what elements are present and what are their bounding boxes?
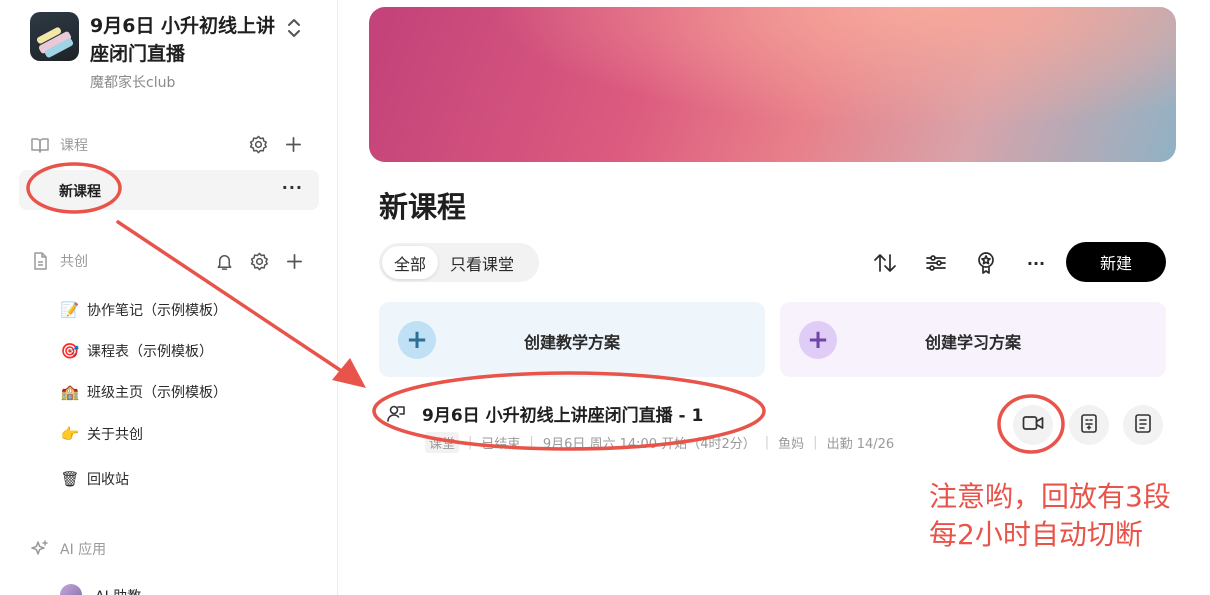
bell-icon[interactable] [215, 252, 234, 271]
filter-segmented-control: 全部 只看课堂 [379, 243, 539, 282]
lesson-status: 已结束 [481, 437, 521, 452]
annotation-note-line1: 注意哟，回放有3段 [929, 480, 1171, 513]
annotation-note: 注意哟，回放有3段 每2小时自动切断 [929, 478, 1171, 554]
sidebar-item-label: 班级主页（示例模板） [87, 385, 227, 401]
video-replay-button[interactable] [1013, 405, 1053, 445]
lesson-meta: 课堂 | 已结束 | 9月6日 周六 14:00 开始（4时2分） | 鱼妈 |… [425, 432, 894, 453]
sidebar-item-ai-assistant[interactable]: AI 助教 [95, 586, 141, 595]
more-options-icon[interactable]: ··· [1023, 250, 1049, 276]
annotation-note-line2: 每2小时自动切断 [929, 518, 1143, 551]
school-icon: 🏫 [60, 383, 80, 401]
cocreate-section-header: 共创 [30, 249, 88, 273]
lesson-teacher: 鱼妈 [778, 437, 805, 452]
sidebar-item-label: 协作笔记（示例模板） [87, 303, 227, 319]
add-cocreate-icon[interactable] [285, 252, 304, 271]
lesson-title[interactable]: 9月6日 小升初线上讲座闭门直播 - 1 [422, 401, 703, 426]
ai-section-header: AI 应用 [30, 537, 106, 561]
sidebar-item-about[interactable]: 👉 关于共创 [60, 422, 143, 446]
award-icon[interactable] [973, 250, 999, 276]
lecture-icon [385, 402, 407, 424]
workspace-switch-icon[interactable] [283, 16, 305, 40]
add-course-icon[interactable] [284, 135, 303, 154]
cocreate-section-label: 共创 [60, 254, 88, 270]
lesson-attendance: 出勤 14/26 [826, 437, 895, 452]
more-icon[interactable]: ··· [282, 178, 303, 197]
create-learning-plan-card[interactable]: + 创建学习方案 [780, 302, 1166, 377]
sort-icon[interactable] [872, 250, 898, 276]
sparkle-icon [30, 539, 50, 559]
book-icon [30, 135, 50, 155]
filter-all-tab[interactable]: 全部 [382, 246, 439, 279]
filter-class-only-tab[interactable]: 只看课堂 [438, 246, 526, 279]
workspace-title[interactable]: 9月6日 小升初线上讲座闭门直播 [90, 12, 280, 68]
document-icon [1134, 413, 1152, 437]
lesson-start-time: 9月6日 周六 14:00 开始（4时2分） [542, 437, 756, 452]
sidebar-item-trash[interactable]: 🗑 回收站 [60, 467, 129, 491]
cocreate-section-tools [215, 252, 304, 271]
notes-button[interactable] [1123, 405, 1163, 445]
page-title: 新课程 [379, 190, 467, 224]
sidebar-item-label: 回收站 [87, 472, 129, 488]
sidebar-item-schedule[interactable]: 🎯 课程表（示例模板） [60, 339, 213, 363]
card-label: 创建学习方案 [924, 333, 1021, 352]
sidebar-item-collab-notes[interactable]: 📝 协作笔记（示例模板） [60, 298, 227, 322]
settings-icon[interactable] [249, 135, 268, 154]
sidebar-item-label: 关于共创 [87, 427, 143, 443]
worksheet-button[interactable] [1069, 405, 1109, 445]
document-icon [30, 251, 50, 271]
pointing-hand-icon: 👉 [60, 425, 80, 443]
new-button[interactable]: 新建 [1066, 242, 1166, 282]
ai-section-label: AI 应用 [60, 542, 107, 558]
memo-icon: 📝 [60, 301, 80, 319]
ai-assistant-avatar [60, 584, 82, 595]
clipboard-icon [1080, 413, 1098, 437]
settings-icon[interactable] [250, 252, 269, 271]
sidebar-item-label: 课程表（示例模板） [87, 344, 213, 360]
courses-section-label: 课程 [60, 138, 88, 154]
sidebar-item-new-course[interactable]: 新课程 ··· [19, 170, 319, 210]
cover-banner [369, 7, 1176, 162]
target-icon: 🎯 [60, 342, 80, 360]
courses-section-tools [249, 135, 303, 154]
card-label: 创建教学方案 [523, 333, 620, 352]
trash-icon: 🗑 [60, 470, 80, 488]
sidebar-item-label: 新课程 [59, 184, 101, 200]
create-teaching-plan-card[interactable]: + 创建教学方案 [379, 302, 765, 377]
sidebar-item-class-home[interactable]: 🏫 班级主页（示例模板） [60, 380, 227, 404]
filter-settings-icon[interactable] [923, 250, 949, 276]
lesson-type-tag: 课堂 [425, 432, 460, 453]
courses-section-header: 课程 [30, 133, 88, 157]
sidebar: 9月6日 小升初线上讲座闭门直播 魔都家长club 课程 新课程 ··· 共创 [0, 0, 338, 595]
workspace-logo[interactable] [30, 12, 79, 61]
video-camera-icon [1022, 414, 1044, 436]
workspace-subtitle: 魔都家长club [90, 75, 176, 91]
